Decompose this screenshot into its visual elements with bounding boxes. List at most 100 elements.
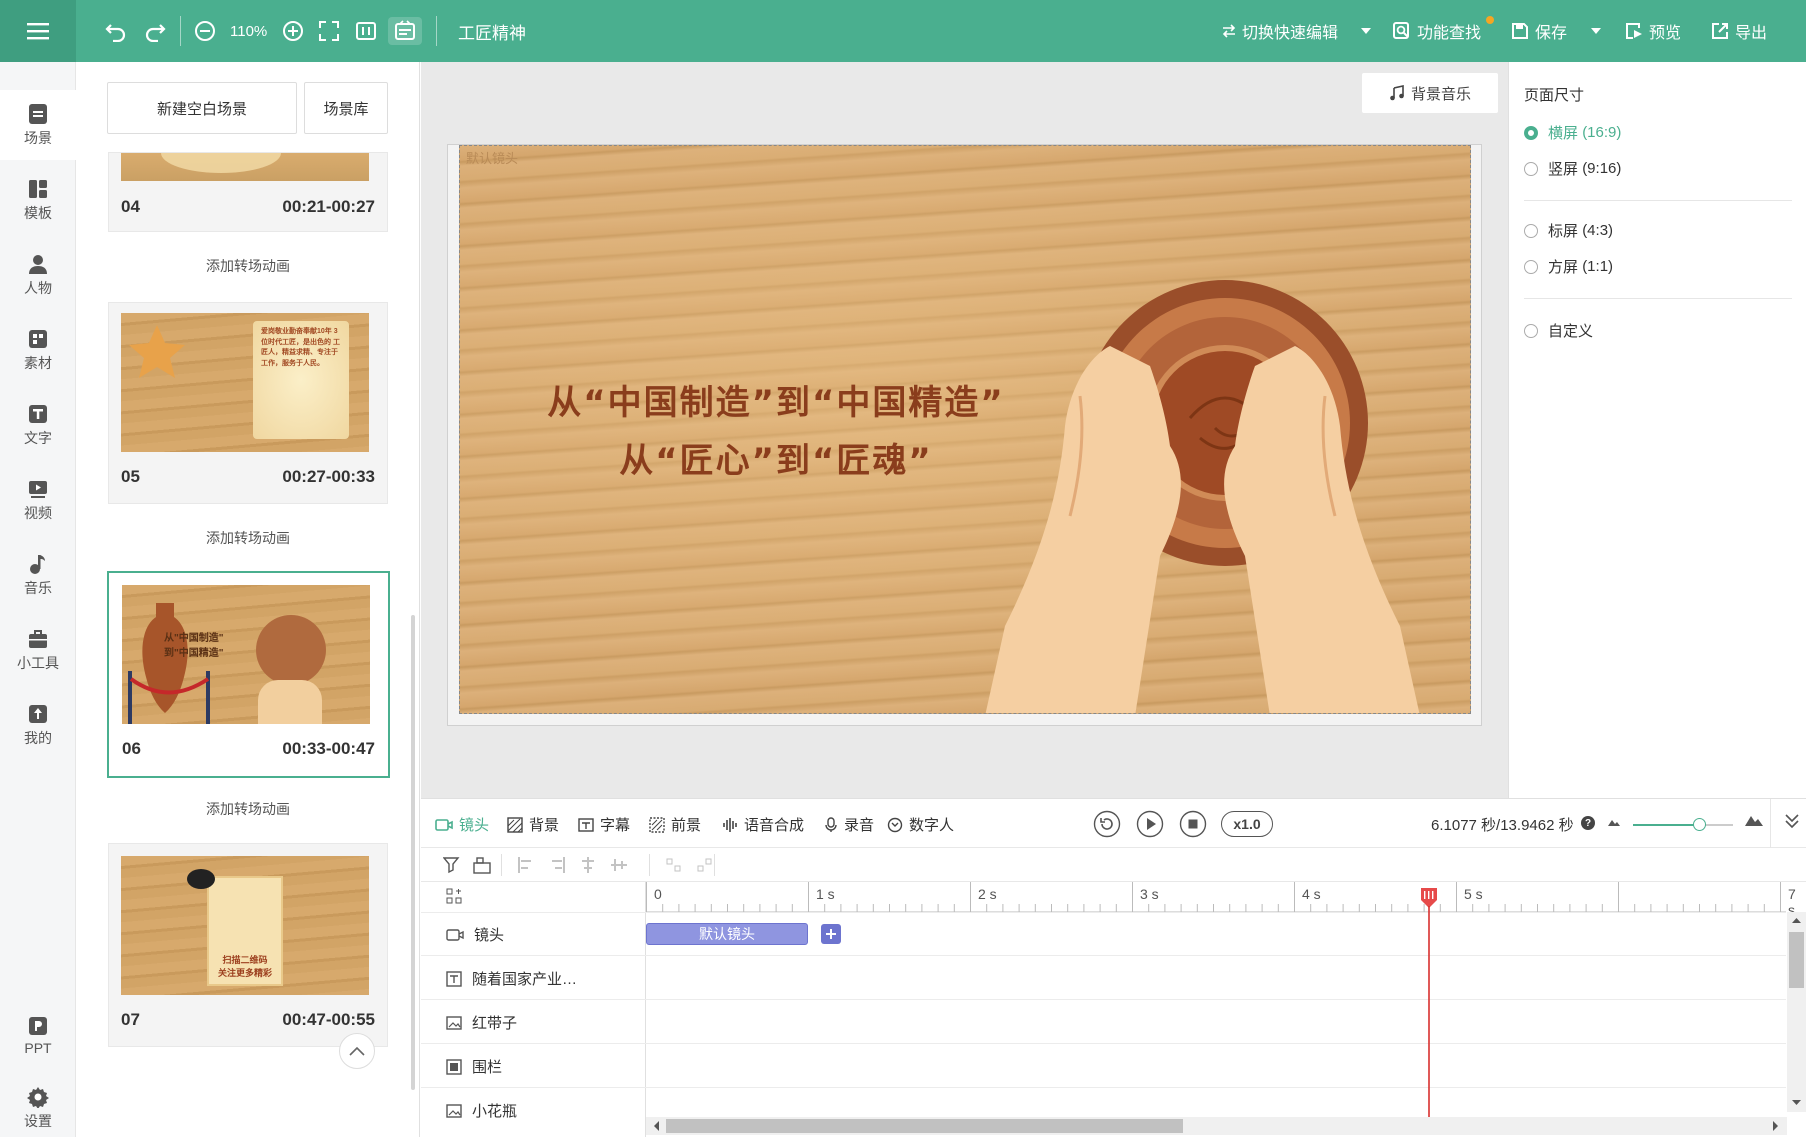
radio-standard[interactable]: 标屏 (4:3) <box>1524 220 1613 241</box>
timeline-zoom-slider[interactable] <box>1633 818 1733 831</box>
filter-icon <box>443 857 460 874</box>
scroll-up-icon <box>1792 918 1801 923</box>
zoom-in-timeline[interactable] <box>1744 811 1764 827</box>
menu-button[interactable] <box>0 0 76 62</box>
brush-icon <box>187 869 215 889</box>
subtitle-toggle-button[interactable] <box>388 17 422 45</box>
zoom-in-button[interactable] <box>282 17 304 45</box>
image-icon <box>446 1015 462 1030</box>
nav-item-music[interactable]: 音乐 <box>0 540 76 610</box>
fullscreen-icon <box>319 21 339 41</box>
collapse-timeline-button[interactable] <box>1785 813 1799 829</box>
zoom-out-timeline[interactable] <box>1607 815 1621 827</box>
radio-landscape[interactable]: 横屏 (16:9) <box>1524 122 1621 143</box>
track-label-fence[interactable]: 围栏 <box>446 1056 502 1077</box>
video-stage[interactable]: 默认镜头 从“中国制造”到“中国精造” 从“匠心”到“匠魂” <box>459 145 1471 714</box>
nav-item-material[interactable]: 素材 <box>0 315 76 385</box>
nav-item-video[interactable]: 视频 <box>0 465 76 535</box>
scene-number: 06 <box>122 739 141 758</box>
scene-card-04[interactable]: 04 00:21-00:27 <box>108 152 388 232</box>
track-vertical-scrollbar[interactable] <box>1787 912 1806 1112</box>
zoom-out-button[interactable] <box>194 17 216 45</box>
vertical-scroll-thumb[interactable] <box>1789 932 1804 988</box>
scene-library-button[interactable]: 场景库 <box>304 82 388 134</box>
double-chevron-down-icon <box>1785 814 1799 829</box>
scene-card-07[interactable]: 扫描二维码 关注更多精彩 07 00:47-00:55 <box>108 843 388 1047</box>
help-icon[interactable]: ? <box>1581 816 1595 830</box>
replay-icon <box>1093 810 1121 838</box>
save-dropdown[interactable] <box>1590 17 1602 45</box>
nav-item-settings[interactable]: 设置 <box>0 1073 76 1143</box>
add-lens-button[interactable] <box>821 924 841 944</box>
play-icon <box>1136 810 1164 838</box>
tab-speech-synthesis[interactable]: 语音合成 <box>722 814 804 835</box>
radio-portrait[interactable]: 竖屏 (9:16) <box>1524 158 1621 179</box>
track-label-lens[interactable]: 镜头 <box>446 924 504 945</box>
scene-panel-scrollbar[interactable] <box>411 615 415 1090</box>
nav-item-template[interactable]: 模板 <box>0 165 76 235</box>
playback-speed-button[interactable]: x1.0 <box>1221 811 1273 837</box>
group-button[interactable] <box>473 856 491 874</box>
save-icon <box>1512 23 1528 39</box>
nav-item-text[interactable]: 文字 <box>0 390 76 460</box>
slider-handle[interactable] <box>1693 818 1706 831</box>
add-transition-link[interactable]: 添加转场动画 <box>108 256 388 276</box>
track-label-vase[interactable]: 小花瓶 <box>446 1100 517 1121</box>
new-blank-scene-button[interactable]: 新建空白场景 <box>107 82 297 134</box>
track-horizontal-scrollbar[interactable] <box>646 1117 1787 1135</box>
add-transition-link[interactable]: 添加转场动画 <box>108 799 388 819</box>
distribute-buttons[interactable] <box>665 856 714 874</box>
notification-dot <box>1486 16 1494 24</box>
scene-card-06[interactable]: 从"中国制造" 到"中国精造" 06 00:33-00:47 <box>107 571 390 778</box>
add-transition-link[interactable]: 添加转场动画 <box>108 528 388 548</box>
actual-size-button[interactable] <box>355 17 377 45</box>
tab-lens[interactable]: 镜头 <box>435 814 489 835</box>
tab-background[interactable]: 背景 <box>507 814 559 835</box>
tab-foreground[interactable]: 前景 <box>649 814 701 835</box>
align-left-icon <box>518 857 531 873</box>
export-button[interactable]: 导出 <box>1711 17 1767 45</box>
headline-line2[interactable]: 从“匠心”到“匠魂” <box>516 432 1036 490</box>
horizontal-scroll-thumb[interactable] <box>666 1119 1183 1133</box>
distribute-vertical-icon <box>697 858 712 872</box>
lens-clip[interactable]: 默认镜头 <box>646 923 808 945</box>
scroll-left-icon <box>654 1121 659 1131</box>
rewind-button[interactable] <box>1093 810 1121 838</box>
track-area[interactable] <box>646 882 1786 1137</box>
save-button[interactable]: 保存 <box>1511 17 1567 45</box>
undo-button[interactable] <box>104 17 128 45</box>
stop-button[interactable] <box>1179 810 1207 838</box>
align-buttons[interactable] <box>517 856 628 874</box>
nav-item-ppt[interactable]: PPT <box>0 1000 76 1070</box>
track-label-ribbon[interactable]: 红带子 <box>446 1012 517 1033</box>
play-button[interactable] <box>1136 810 1164 838</box>
nav-item-toolbox[interactable]: 小工具 <box>0 615 76 685</box>
playhead-marker <box>1421 888 1438 1124</box>
headline-line1[interactable]: 从“中国制造”到“中国精造” <box>516 374 1036 432</box>
tab-subtitle[interactable]: 字幕 <box>578 814 630 835</box>
nav-item-person[interactable]: 人物 <box>0 240 76 310</box>
track-layout-button[interactable] <box>446 888 462 904</box>
nav-item-mine[interactable]: 我的 <box>0 690 76 760</box>
radio-custom[interactable]: 自定义 <box>1524 320 1593 341</box>
digital-human-icon <box>887 817 903 832</box>
scroll-down-icon <box>1792 1100 1801 1105</box>
radio-square[interactable]: 方屏 (1:1) <box>1524 256 1613 277</box>
tab-recording[interactable]: 录音 <box>824 814 874 835</box>
fullscreen-button[interactable] <box>318 17 340 45</box>
tab-digital-human[interactable]: 数字人 <box>887 814 954 835</box>
feature-search-button[interactable]: 功能查找 <box>1393 16 1494 45</box>
background-music-button[interactable]: 背景音乐 <box>1362 73 1498 113</box>
redo-button[interactable] <box>143 17 167 45</box>
track-label-text[interactable]: 随着国家产业… <box>446 968 577 989</box>
switch-edit-dropdown[interactable] <box>1360 17 1372 45</box>
scroll-to-top-button[interactable] <box>339 1033 375 1069</box>
nav-item-scene[interactable]: 场景 <box>0 90 76 160</box>
preview-button[interactable]: 预览 <box>1625 17 1681 45</box>
project-title[interactable]: 工匠精神 <box>458 17 526 45</box>
scene-card-05[interactable]: 爱岗敬业勤奋奉献10年 3位时代工匠，是出色的 工匠人，精益求精、专注于工作，服… <box>108 302 388 504</box>
swap-icon <box>1222 24 1236 38</box>
filter-button[interactable] <box>443 856 461 874</box>
playhead[interactable] <box>1419 888 1439 1124</box>
switch-quick-edit-button[interactable]: 切换快速编辑 <box>1222 17 1338 45</box>
